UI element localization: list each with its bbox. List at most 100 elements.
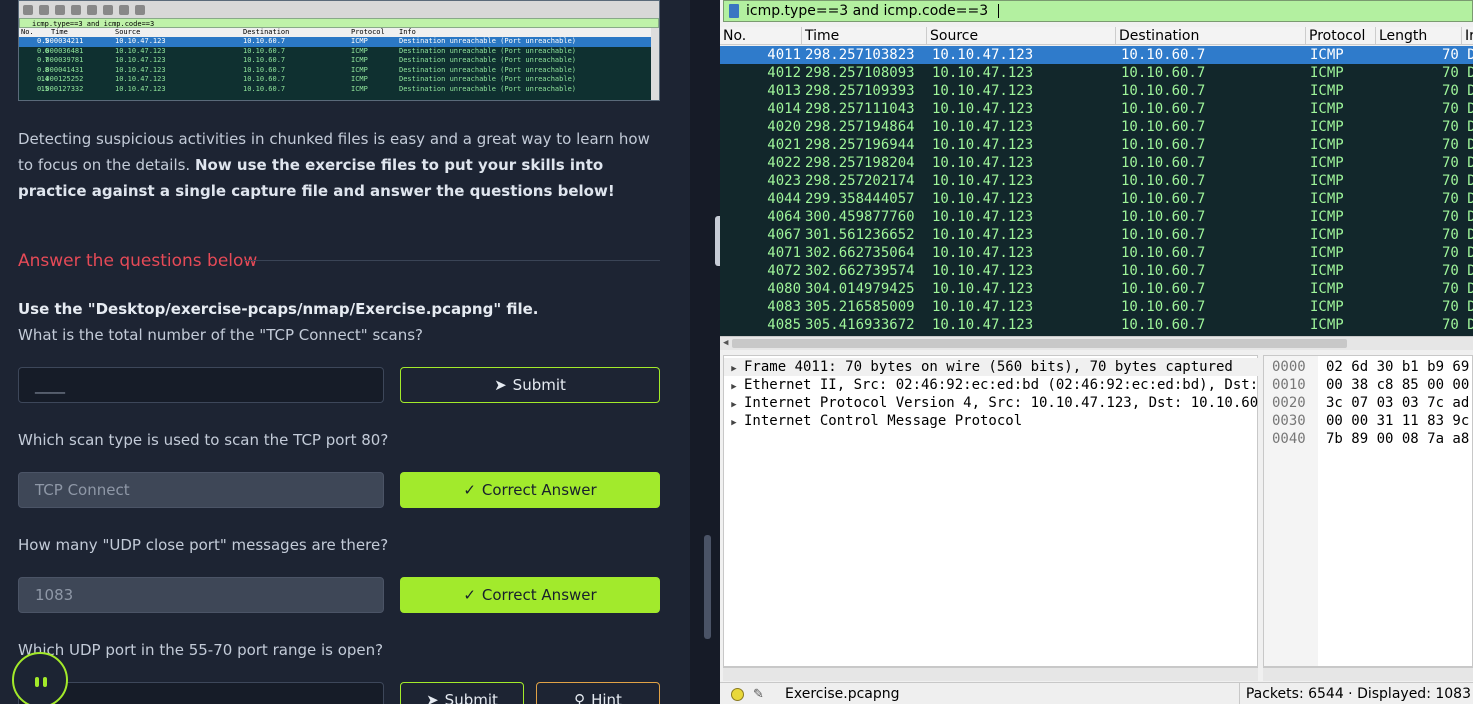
detail-tree-item[interactable]: ▶ Internet Control Message Protocol [724,412,1259,430]
question-4-answer-input[interactable] [18,682,384,704]
packet-cell: 10.10.60.7 [1121,101,1206,117]
column-header[interactable]: Time [802,27,927,45]
display-filter-bar[interactable]: icmp.type==3 and icmp.code==3 [723,0,1473,22]
status-bar: ✎ Exercise.pcapng Packets: 6544 · Displa… [720,682,1473,704]
detail-tree-item[interactable]: ▶ Ethernet II, Src: 02:46:92:ec:ed:bd (02… [724,376,1259,394]
packet-row[interactable]: 4011 298.257103823 10.10.47.123 10.10.60.7 I… [720,46,1473,64]
packet-cell: 70 D [1442,137,1473,153]
packet-cell: 304.014979425 [805,281,915,297]
packet-row[interactable]: 4071 302.662735064 10.10.47.123 10.10.60.7 I… [720,244,1473,262]
packet-list[interactable]: 4011 298.257103823 10.10.47.123 10.10.60.7 I… [720,46,1473,336]
packet-row[interactable]: 4080 304.014979425 10.10.47.123 10.10.60.7 I… [720,280,1473,298]
packet-cell: 10.10.60.7 [1121,83,1206,99]
packet-row[interactable]: 4022 298.257198204 10.10.47.123 10.10.60.7 I… [720,154,1473,172]
details-hscrollbar[interactable] [723,667,1258,681]
thumbnail-row: 5 0.000034211 10.10.47.123 10.10.60.7 ICMP De… [19,37,659,47]
scroll-thumb[interactable] [732,339,1347,348]
thumbnail-cell: Destination unreachable (Port unreachabl… [399,84,577,93]
packet-row[interactable]: 4067 301.561236652 10.10.47.123 10.10.60.7 I… [720,226,1473,244]
packet-row[interactable]: 4072 302.662739574 10.10.47.123 10.10.60.7 I… [720,262,1473,280]
thumbnail-header: No. Time Source Destination Protocol Info [19,28,659,37]
packet-row[interactable]: 4013 298.257109393 10.10.47.123 10.10.60.7 I… [720,82,1473,100]
packet-cell: 10.10.47.123 [932,173,1034,189]
packet-details-pane[interactable]: ▶ Frame 4011: 70 bytes on wire (560 bits)… [723,355,1259,667]
bytes-hscrollbar[interactable] [1263,667,1473,681]
packet-cell: 10.10.47.123 [932,47,1034,63]
packet-bytes-pane[interactable]: 0000 02 6d 30 b1 b9 69 0010 00 38 c8 85 00 … [1263,355,1473,667]
filter-text: icmp.type==3 and icmp.code==3 [746,3,989,19]
content-scrollbar[interactable] [704,535,711,639]
hex-offset: 0030 [1272,413,1306,429]
packet-row[interactable]: 4021 298.257196944 10.10.47.123 10.10.60.7 I… [720,136,1473,154]
thumbnail-cell: 10.10.60.7 [243,56,286,64]
packet-cell: ICMP [1310,191,1344,207]
question-4-submit-button[interactable]: ➤ Submit [400,682,524,704]
thumbnail-cell: 10.10.47.123 [115,46,166,55]
packet-cell: 10.10.47.123 [932,137,1034,153]
packet-cell: ICMP [1310,299,1344,315]
packet-row[interactable]: 4014 298.257111043 10.10.47.123 10.10.60.7 I… [720,100,1473,118]
packet-cell: 4071 [767,245,801,261]
thumbnail-cell: Destination unreachable (Port unreachabl… [399,75,577,83]
thumbnail-column-header: Source [115,28,141,36]
packet-cell: 4020 [767,119,801,135]
column-header[interactable]: Source [927,27,1116,45]
packet-cell: ICMP [1310,227,1344,243]
thumbnail-column-header: Time [51,28,68,36]
expert-info-icon[interactable] [731,688,744,701]
thumbnail-cell: 10.10.60.7 [243,46,286,55]
pause-fab-button[interactable] [12,652,68,704]
packet-row[interactable]: 4020 298.257194864 10.10.47.123 10.10.60.7 I… [720,118,1473,136]
thumbnail-cell: 0.000125252 [37,75,84,83]
packet-row[interactable]: 4085 305.416933672 10.10.47.123 10.10.60.7 I… [720,316,1473,334]
expand-arrow-icon[interactable]: ▶ [724,396,744,412]
column-header[interactable]: Destination [1116,27,1306,45]
packet-cell: 4064 [767,209,801,225]
thumbnail-cell: 10.10.60.7 [243,65,286,74]
expand-arrow-icon[interactable]: ▶ [724,360,744,376]
packet-cell: ICMP [1310,281,1344,297]
expand-arrow-icon[interactable]: ▶ [724,378,744,394]
thumbnail-cell: Destination unreachable (Port unreachabl… [399,56,577,64]
question-1-answer-input[interactable]: ____ [18,367,384,403]
bookmark-icon[interactable] [729,4,739,18]
packet-cell: 4067 [767,227,801,243]
question-4-hint-button[interactable]: ♀ Hint [536,682,660,704]
packet-cell: 299.358444057 [805,191,915,207]
detail-text: Ethernet II, Src: 02:46:92:ec:ed:bd (02:… [744,377,1259,393]
packet-cell: 70 D [1442,119,1473,135]
packet-row[interactable]: 4012 298.257108093 10.10.47.123 10.10.60.7 I… [720,64,1473,82]
column-header[interactable]: Ir [1462,27,1473,45]
thumbnail-cell: Destination unreachable (Port unreachabl… [399,46,577,55]
packet-cell: 70 D [1442,191,1473,207]
question-1-submit-button[interactable]: ➤ Submit [400,367,660,403]
scroll-left-icon[interactable]: ◀ [723,337,728,350]
packet-cell: 10.10.47.123 [932,263,1034,279]
expand-arrow-icon[interactable]: ▶ [724,414,744,430]
thumbnail-column-header: Protocol [351,28,385,36]
correct-label: Correct Answer [481,481,597,499]
task-paragraph: Detecting suspicious activities in chunk… [18,126,666,204]
packet-list-hscrollbar[interactable]: ◀ [720,336,1473,350]
packet-cell: 298.257109393 [805,83,915,99]
detail-text: Internet Control Message Protocol [744,413,1023,429]
edit-comment-icon[interactable]: ✎ [753,684,764,704]
packet-list-header[interactable]: No. Time Source Destination Protocol Length Ir [720,27,1473,45]
detail-tree-item[interactable]: ▶ Internet Protocol Version 4, Src: 10.10… [724,394,1259,412]
column-header[interactable]: Length [1376,27,1462,45]
packet-row[interactable]: 4064 300.459877760 10.10.47.123 10.10.60.7 I… [720,208,1473,226]
hint-label: Hint [591,691,622,704]
packet-row[interactable]: 4044 299.358444057 10.10.47.123 10.10.60.7 I… [720,190,1473,208]
thumbnail-cell: 0.000039781 [37,56,84,64]
packet-row[interactable]: 4023 298.257202174 10.10.47.123 10.10.60.7 I… [720,172,1473,190]
column-header[interactable]: No. [720,27,802,45]
detail-text: Frame 4011: 70 bytes on wire (560 bits),… [744,359,1233,375]
packet-row[interactable]: 4083 305.216585009 10.10.47.123 10.10.60.7 I… [720,298,1473,316]
detail-tree-item[interactable]: ▶ Frame 4011: 70 bytes on wire (560 bits)… [724,358,1259,376]
packet-cell: 10.10.47.123 [932,65,1034,81]
thumbnail-cell: 10.10.47.123 [115,65,166,74]
column-header[interactable]: Protocol [1306,27,1376,45]
thumbnail-cell: ICMP [351,65,368,74]
packet-cell: 10.10.60.7 [1121,317,1206,333]
thumbnail-row: 15 0.000127332 10.10.47.123 10.10.60.7 ICMP D… [19,85,659,95]
